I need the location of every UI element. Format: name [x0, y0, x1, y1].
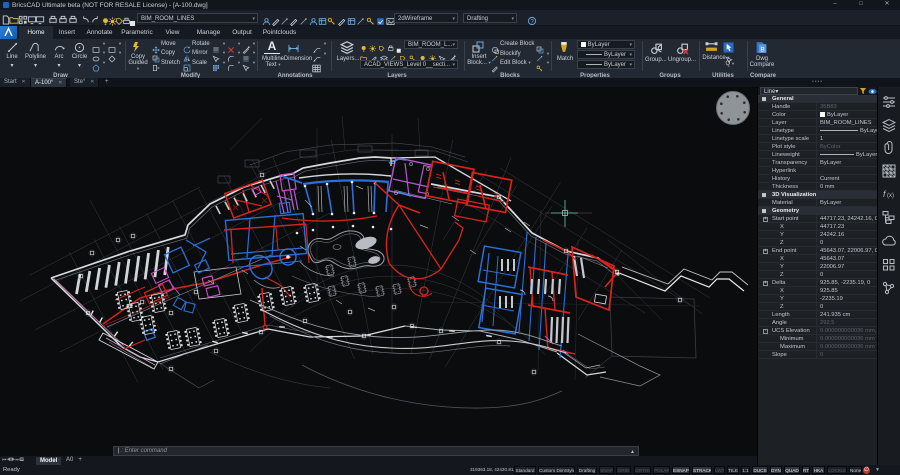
svg-text:?: ? [530, 18, 534, 25]
svg-text:B: B [760, 46, 764, 53]
svg-text:(x): (x) [887, 193, 894, 199]
